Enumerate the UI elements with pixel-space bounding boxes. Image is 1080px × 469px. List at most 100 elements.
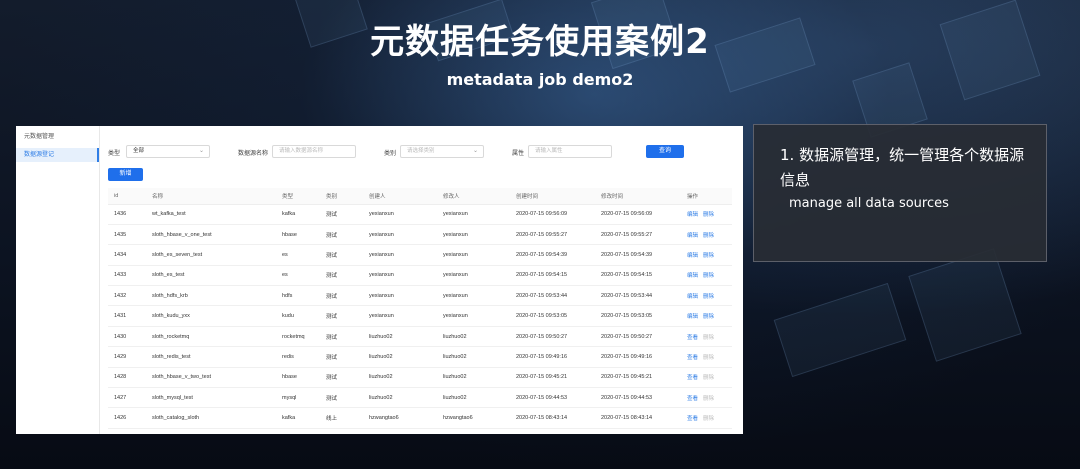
delete-link[interactable]: 删除 [703,335,714,341]
cell-id: 1426 [108,407,146,429]
delete-link[interactable]: 删除 [703,355,714,361]
cell-name: sloth_hbase_v_two_test [146,367,276,389]
cell-actions: 编辑 删除 [681,244,732,266]
chevron-down-icon: ⌄ [472,148,478,154]
column-header: 修改人 [437,188,510,205]
cell-category: 测试 [320,224,363,246]
edit-link[interactable]: 编辑 [687,273,698,279]
type-select[interactable]: 全部 ⌄ [126,145,210,158]
view-link[interactable]: 查看 [687,355,698,361]
app-screenshot: 元数据管理 数据源登记 类型 全部 ⌄ 数据源名称 请输入数据源名称 类别 请选… [16,126,743,434]
cell-modified: 2020-07-15 09:54:15 [595,265,681,287]
main-content: 类型 全部 ⌄ 数据源名称 请输入数据源名称 类别 请选择类别 ⌄ 属性 请输入… [108,126,735,434]
name-input[interactable]: 请输入数据源名称 [272,145,356,158]
cell-type: mysql [276,387,320,409]
name-input-placeholder: 请输入数据源名称 [279,148,324,154]
delete-link[interactable]: 删除 [703,314,714,320]
edit-link[interactable]: 编辑 [687,233,698,239]
sidebar-item-datasource-registration[interactable]: 数据源登记 [16,148,99,162]
cell-name: sloth_catalog_sloth [146,407,276,429]
delete-link[interactable]: 删除 [703,294,714,300]
delete-link[interactable]: 删除 [703,396,714,402]
cell-id: 1435 [108,224,146,246]
cell-created: 2020-07-15 09:55:27 [510,224,595,246]
query-button[interactable]: 查询 [646,145,684,158]
column-header: 名称 [146,188,276,205]
cell-creator: liuzhuo02 [363,346,437,368]
category-select[interactable]: 请选择类别 ⌄ [400,145,484,158]
table-row: 1431 sloth_kudu_yxx kudu 测试 yexianxun yexianx… [108,305,732,327]
table-row: 1432 sloth_hdfs_krb hdfs 测试 yexianxun yexianx… [108,285,732,307]
delete-link[interactable]: 删除 [703,375,714,381]
chevron-down-icon: ⌄ [198,148,204,154]
cell-created: 2020-07-15 09:54:15 [510,265,595,287]
category-filter-label: 类别 [384,151,397,157]
column-header: 类别 [320,188,363,205]
cell-created: 2020-07-15 09:50:27 [510,326,595,348]
cell-modified: 2020-07-15 08:43:14 [595,407,681,429]
table-header-row: id 名称 类型 类别 创建人 修改人 创建时间 修改时间 操作 [108,188,732,205]
edit-link[interactable]: 编辑 [687,314,698,320]
edit-link[interactable]: 编辑 [687,212,698,218]
cell-id: 1436 [108,204,146,225]
cell-category: 测试 [320,285,363,307]
slide-subtitle: metadata job demo2 [446,70,634,89]
attr-filter-label: 属性 [512,151,525,157]
cell-type: rocketmq [276,326,320,348]
delete-link[interactable]: 删除 [703,212,714,218]
cell-type: hdfs [276,285,320,307]
cell-id: 1427 [108,387,146,409]
cell-type: redis [276,346,320,368]
table-row: 1427 sloth_mysql_test mysql 测试 liuzhuo02 liuz… [108,387,732,409]
cell-actions: 查看 删除 [681,367,732,389]
cell-actions: 编辑 删除 [681,285,732,307]
view-link[interactable]: 查看 [687,375,698,381]
cell-actions: 编辑 删除 [681,305,732,327]
cell-type: kafka [276,407,320,429]
edit-link[interactable]: 编辑 [687,253,698,259]
cell-modifier: yexianxun [437,244,510,266]
edit-link[interactable]: 编辑 [687,294,698,300]
type-filter-label: 类型 [108,151,121,157]
cell-modifier: liuzhuo02 [437,387,510,409]
cell-id: 1432 [108,285,146,307]
cell-actions: 查看 删除 [681,387,732,409]
table-row: 1426 sloth_catalog_sloth kafka 线上 hzwangtao6… [108,407,732,429]
sidebar-item-metadata-management[interactable]: 元数据管理 [16,130,99,144]
cell-modified: 2020-07-15 09:56:09 [595,204,681,225]
cell-type: hbase [276,367,320,389]
delete-link[interactable]: 删除 [703,273,714,279]
cell-category: 测试 [320,326,363,348]
cell-actions: 查看 删除 [681,346,732,368]
table-row: 1435 sloth_hbase_v_one_test hbase 测试 yexianx… [108,224,732,246]
column-header: 修改时间 [595,188,681,205]
column-header: 类型 [276,188,320,205]
info-text-en: manage all data sources [789,196,949,211]
cell-creator: yexianxun [363,204,437,225]
info-text-cn: 1. 数据源管理，统一管理各个数据源信息 [780,146,1025,189]
new-button[interactable]: 新增 [108,168,143,181]
cell-id: 1430 [108,326,146,348]
table-row: 1429 sloth_redis_test redis 测试 liuzhuo02 liuz… [108,346,732,368]
view-link[interactable]: 查看 [687,416,698,422]
cell-type: es [276,244,320,266]
delete-link[interactable]: 删除 [703,416,714,422]
cell-name: sloth_kudu_yxx [146,305,276,327]
delete-link[interactable]: 删除 [703,253,714,259]
cell-name: sloth_hbase_v_one_test [146,224,276,246]
cell-modifier: yexianxun [437,224,510,246]
cell-id: 1433 [108,265,146,287]
cell-creator: yexianxun [363,244,437,266]
cell-modified: 2020-07-15 09:44:53 [595,387,681,409]
cell-modifier: yexianxun [437,285,510,307]
cell-modified: 2020-07-15 09:55:27 [595,224,681,246]
cell-modifier: yexianxun [437,305,510,327]
attr-input[interactable]: 请输入属性 [528,145,612,158]
view-link[interactable]: 查看 [687,335,698,341]
view-link[interactable]: 查看 [687,396,698,402]
cell-category: 测试 [320,204,363,225]
delete-link[interactable]: 删除 [703,233,714,239]
cell-id: 1431 [108,305,146,327]
cell-creator: yexianxun [363,305,437,327]
cell-category: 测试 [320,367,363,389]
